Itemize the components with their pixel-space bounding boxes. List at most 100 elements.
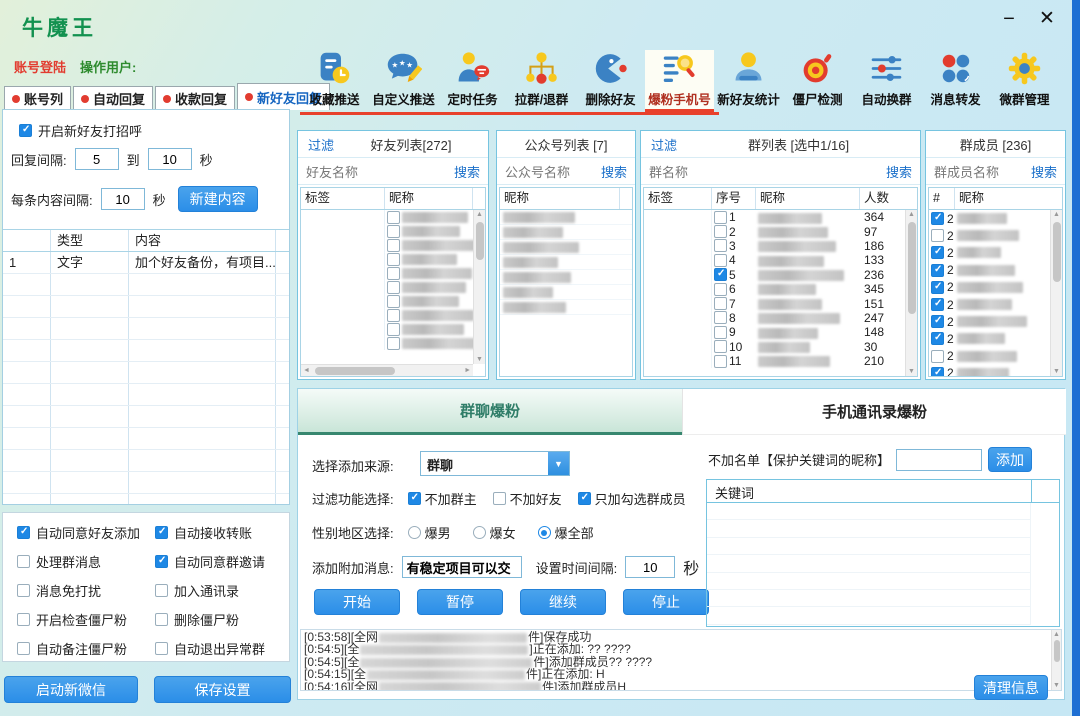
option-checkbox[interactable] <box>155 584 168 597</box>
left-tab-1[interactable]: 自动回复 <box>73 86 153 110</box>
group-row[interactable]: 1 364 <box>644 210 917 224</box>
option-checkbox[interactable] <box>17 526 30 539</box>
group-row[interactable]: 5 236 <box>644 268 917 282</box>
option-right-1[interactable]: 自动同意群邀请 <box>155 552 265 571</box>
mp-row[interactable] <box>500 225 632 240</box>
toolbar-item-favorites-push[interactable]: 收藏推送 <box>300 50 369 112</box>
launch-wechat-button[interactable]: 启动新微信 <box>4 676 138 703</box>
action-button-0[interactable]: 开始 <box>314 589 400 615</box>
member-row[interactable]: 2 <box>929 330 1062 347</box>
member-row[interactable]: 2 <box>929 348 1062 365</box>
row-checkbox[interactable] <box>931 332 944 345</box>
enable-greet-option[interactable]: 开启新好友打招呼 <box>19 121 142 140</box>
row-checkbox[interactable] <box>931 281 944 294</box>
row-checkbox[interactable] <box>714 239 727 252</box>
friend-row[interactable] <box>301 308 485 322</box>
row-checkbox[interactable] <box>387 211 400 224</box>
row-checkbox[interactable] <box>387 337 400 350</box>
friends-search-input[interactable]: 好友名称 <box>306 162 358 181</box>
row-checkbox[interactable] <box>714 355 727 368</box>
friend-row[interactable] <box>301 238 485 252</box>
option-checkbox[interactable] <box>17 642 30 655</box>
filter-checkbox[interactable] <box>408 492 421 505</box>
group-row[interactable]: 7 151 <box>644 296 917 310</box>
row-checkbox[interactable] <box>931 315 944 328</box>
group-row[interactable]: 3 186 <box>644 239 917 253</box>
member-row[interactable]: 2 <box>929 227 1062 244</box>
reply-from-input[interactable] <box>75 148 119 170</box>
member-row[interactable]: 2 <box>929 262 1062 279</box>
toolbar-item-zombie-check[interactable]: 僵尸检测 <box>783 50 852 112</box>
friend-row[interactable] <box>301 336 485 350</box>
group-row[interactable]: 11 210 <box>644 354 917 368</box>
option-right-2[interactable]: 加入通讯录 <box>155 581 239 600</box>
mp-search-input[interactable]: 公众号名称 <box>505 162 570 181</box>
groups-filter-link[interactable]: 过滤 <box>651 135 677 154</box>
row-checkbox[interactable] <box>931 367 944 377</box>
option-right-4[interactable]: 自动退出异常群 <box>155 639 265 658</box>
toolbar-item-auto-switch-group[interactable]: 自动换群 <box>852 50 921 112</box>
action-button-1[interactable]: 暂停 <box>417 589 503 615</box>
protect-input[interactable] <box>896 449 982 471</box>
group-row[interactable]: 6 345 <box>644 282 917 296</box>
option-left-3[interactable]: 开启检查僵尸粉 <box>17 610 127 629</box>
friends-filter-link[interactable]: 过滤 <box>308 135 334 154</box>
minimize-button[interactable]: − <box>996 8 1022 32</box>
action-button-3[interactable]: 停止 <box>623 589 709 615</box>
row-checkbox[interactable] <box>714 268 727 281</box>
row-checkbox[interactable] <box>714 311 727 324</box>
option-checkbox[interactable] <box>155 526 168 539</box>
members-search-link[interactable]: 搜索 <box>1031 162 1057 181</box>
row-checkbox[interactable] <box>931 298 944 311</box>
mp-row[interactable] <box>500 300 632 315</box>
row-checkbox[interactable] <box>931 246 944 259</box>
friend-row[interactable] <box>301 252 485 266</box>
row-checkbox[interactable] <box>387 309 400 322</box>
toolbar-item-group-in-out[interactable]: 拉群/退群 <box>507 50 576 112</box>
friends-vscrollbar[interactable]: ▲▼ <box>473 210 485 364</box>
member-row[interactable]: 2 <box>929 279 1062 296</box>
left-tab-0[interactable]: 账号列 <box>4 86 71 110</box>
mp-row[interactable] <box>500 240 632 255</box>
friend-row[interactable] <box>301 210 485 224</box>
row-checkbox[interactable] <box>387 225 400 238</box>
row-checkbox[interactable] <box>714 211 727 224</box>
action-button-2[interactable]: 继续 <box>520 589 606 615</box>
row-checkbox[interactable] <box>714 326 727 339</box>
toolbar-item-new-friend-stats[interactable]: 新好友统计 <box>714 50 783 112</box>
groups-search-link[interactable]: 搜索 <box>886 162 912 181</box>
friend-row[interactable] <box>301 322 485 336</box>
content-table-row[interactable]: 1文字加个好友备份，有项目... <box>3 252 289 274</box>
groups-vscrollbar[interactable]: ▲▼ <box>905 210 917 376</box>
mp-row[interactable] <box>500 285 632 300</box>
row-checkbox[interactable] <box>387 295 400 308</box>
mp-search-link[interactable]: 搜索 <box>601 162 627 181</box>
gender-radio[interactable] <box>538 526 551 539</box>
tab-group-chat-fan[interactable]: 群聊爆粉 <box>298 389 682 435</box>
gender-option-1[interactable]: 爆女 <box>473 523 516 542</box>
interval-input[interactable] <box>625 556 675 578</box>
friends-search-link[interactable]: 搜索 <box>454 162 480 181</box>
group-row[interactable]: 8 247 <box>644 311 917 325</box>
toolbar-item-timed-task[interactable]: 定时任务 <box>438 50 507 112</box>
option-checkbox[interactable] <box>155 613 168 626</box>
member-row[interactable]: 2 <box>929 365 1062 377</box>
log-scrollbar[interactable]: ▲ ▼ <box>1051 630 1061 690</box>
member-row[interactable]: 2 <box>929 244 1062 261</box>
toolbar-item-message-forward[interactable]: 消息转发 <box>921 50 990 112</box>
option-left-4[interactable]: 自动备注僵尸粉 <box>17 639 127 658</box>
add-keyword-button[interactable]: 添加 <box>988 447 1032 472</box>
option-checkbox[interactable] <box>17 613 30 626</box>
row-checkbox[interactable] <box>714 225 727 238</box>
filter-checkbox[interactable] <box>493 492 506 505</box>
row-checkbox[interactable] <box>714 283 727 296</box>
save-settings-button[interactable]: 保存设置 <box>154 676 291 703</box>
friends-hscrollbar[interactable]: ◄► <box>301 364 473 376</box>
members-search-input[interactable]: 群成员名称 <box>934 162 999 181</box>
clear-log-button[interactable]: 清理信息 <box>974 675 1048 700</box>
option-checkbox[interactable] <box>17 584 30 597</box>
left-tab-2[interactable]: 收款回复 <box>155 86 235 110</box>
filter-option-2[interactable]: 只加勾选群成员 <box>578 489 686 508</box>
tab-phone-contacts-fan[interactable]: 手机通讯录爆粉 <box>682 389 1066 435</box>
group-row[interactable]: 10 30 <box>644 340 917 354</box>
